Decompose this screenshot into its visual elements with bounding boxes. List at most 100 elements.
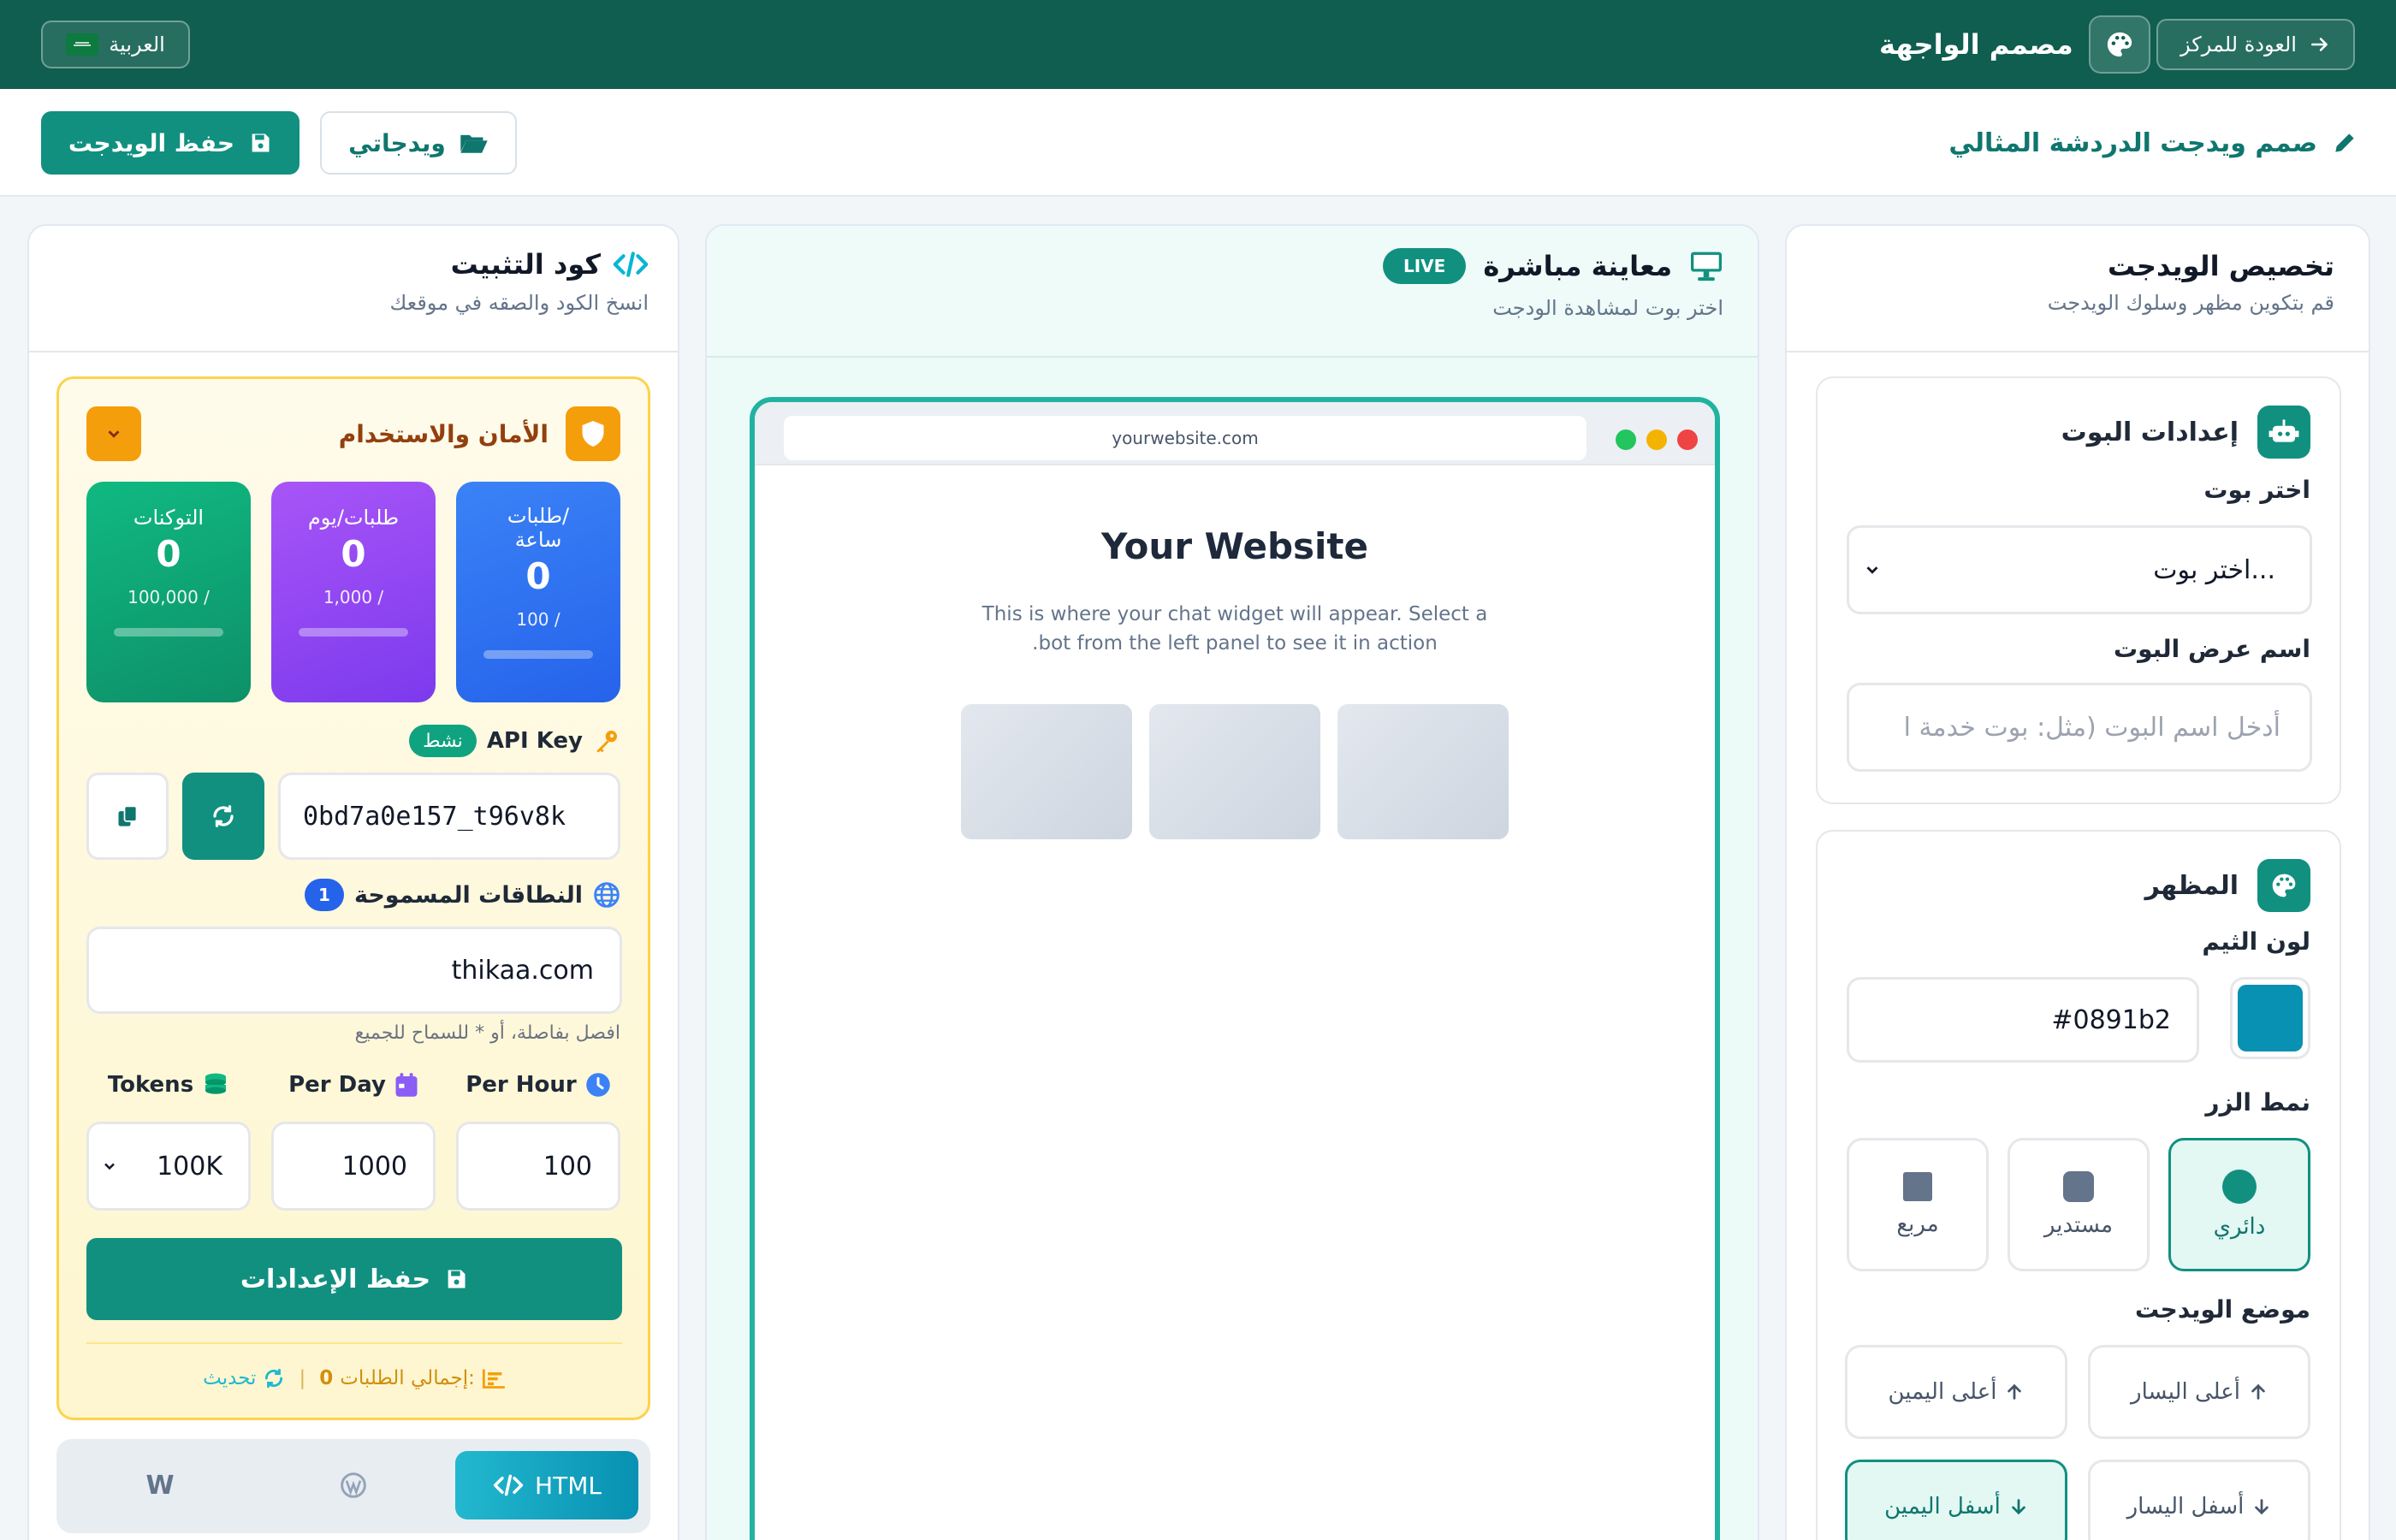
calendar-icon <box>394 1072 418 1098</box>
refresh-link[interactable]: تحديث <box>203 1367 285 1389</box>
button-style-rounded[interactable]: مستدير <box>2008 1138 2150 1271</box>
appearance-card: المظهر لون الثيم #0891b2 نمط الزر دائري … <box>1816 830 2341 1540</box>
theme-color-input[interactable]: #0891b2 <box>1847 977 2199 1063</box>
circle-icon <box>2222 1170 2257 1204</box>
tokens-stat-max: 100,000 / <box>128 587 210 607</box>
tokens-stat-title: التوكنات <box>133 506 205 530</box>
color-swatch <box>2238 985 2303 1051</box>
arrow-right-icon <box>2309 33 2331 56</box>
live-badge: LIVE <box>1383 248 1467 284</box>
tokens-stat-card: التوكنات 0 100,000 / <box>86 482 251 702</box>
bot-settings-title: إعدادات البوت <box>2061 417 2239 447</box>
tokens-progress-bar <box>114 628 223 637</box>
save-settings-button[interactable]: حفظ الإعدادات <box>86 1238 622 1320</box>
tab-w-label: W <box>145 1470 175 1501</box>
folder-open-icon <box>460 131 489 155</box>
display-name-input[interactable]: أدخل اسم البوت (مثل: بوت خدمة ا <box>1847 683 2312 772</box>
widget-position-label: موضع الويدجت <box>2135 1295 2310 1324</box>
palette-icon <box>2257 859 2310 912</box>
code-tabs: HTML W <box>56 1439 650 1533</box>
clock-icon <box>585 1072 611 1098</box>
my-widgets-button[interactable]: ويدجاتي <box>320 111 517 175</box>
site-title: Your Website <box>1101 525 1368 567</box>
tab-html[interactable]: HTML <box>455 1451 638 1519</box>
preview-subtitle: اختر بوت لمشاهدة الودجت <box>1492 296 1723 320</box>
api-key-field[interactable]: 0bd7a0e157_t96v8k <box>278 773 620 860</box>
tab-wordpress[interactable] <box>262 1451 445 1519</box>
per-hour-input[interactable]: 100 <box>456 1122 620 1211</box>
sub-header: حفظ الويدجت ويدجاتي صمم ويدجت الدردشة ال… <box>0 89 2396 197</box>
code-icon <box>492 1474 525 1496</box>
requests-day-progress-bar <box>299 628 408 637</box>
requests-hour-stat-card: طلبات/ ساعة 0 100 / <box>456 482 620 702</box>
per-hour-value: 100 <box>543 1151 592 1182</box>
minimize-dot <box>1646 429 1667 450</box>
position-top-left[interactable]: أعلى اليسار <box>2088 1345 2310 1439</box>
position-bottom-left-label: أسفل اليسار <box>2126 1494 2245 1519</box>
customize-title: تخصيص الويدجت <box>2108 250 2334 282</box>
button-style-square[interactable]: مربع <box>1847 1138 1989 1271</box>
square-icon <box>1903 1172 1932 1201</box>
tokens-stat-value: 0 <box>156 533 181 575</box>
back-to-hub-button[interactable]: العودة للمركز <box>2156 19 2355 70</box>
arrow-up-icon <box>2249 1382 2268 1402</box>
robot-icon <box>2257 406 2310 459</box>
site-text-line1: This is where your chat widget will appe… <box>982 603 1488 625</box>
domains-label: النطاقات المسموحة <box>353 881 583 909</box>
requests-hour-stat-max: 100 / <box>516 609 560 630</box>
security-card: الأمان والاستخدام التوكنات 0 100,000 / ط… <box>56 376 650 1420</box>
chart-icon <box>482 1368 506 1389</box>
button-style-circle[interactable]: دائري <box>2168 1138 2310 1271</box>
requests-day-stat-card: طلبات/يوم 0 1,000 / <box>271 482 436 702</box>
flag-icon <box>66 33 99 56</box>
placeholder-block <box>1337 704 1509 839</box>
collapse-toggle[interactable] <box>86 406 141 461</box>
globe-icon <box>593 881 620 909</box>
monitor-icon <box>1689 251 1723 281</box>
display-name-placeholder: أدخل اسم البوت (مثل: بوت خدمة ا <box>1903 712 2280 743</box>
code-icon <box>613 251 649 278</box>
button-style-label: نمط الزر <box>2205 1088 2310 1116</box>
chevron-down-icon <box>101 1158 118 1175</box>
site-text-line2: .bot from the left panel to see it in ac… <box>1032 632 1438 654</box>
customize-subtitle: قم بتكوين مظهر وسلوك الويدجت <box>2047 291 2334 315</box>
regenerate-key-button[interactable] <box>182 773 264 860</box>
bot-select[interactable]: اختر بوت... <box>1847 525 2312 614</box>
position-top-right[interactable]: أعلى اليمين <box>1845 1345 2067 1439</box>
chevron-down-icon <box>104 424 123 443</box>
theme-color-label: لون الثيم <box>2202 927 2310 956</box>
allowed-domains-input[interactable]: thikaa.com <box>86 927 622 1014</box>
pencil-icon <box>2331 129 2358 157</box>
address-bar: yourwebsite.com <box>784 416 1586 460</box>
page-heading: صمم ويدجت الدردشة المثالي <box>1948 127 2317 158</box>
per-day-input[interactable]: 1000 <box>271 1122 436 1211</box>
copy-key-button[interactable] <box>86 773 169 860</box>
per-day-label: Per Day <box>288 1072 386 1098</box>
requests-day-stat-title: طلبات/يوم <box>307 506 400 530</box>
rounded-square-icon <box>2063 1171 2094 1202</box>
position-bottom-right[interactable]: أسفل اليمين <box>1845 1460 2067 1540</box>
language-switcher[interactable]: العربية <box>41 21 190 68</box>
tab-w[interactable]: W <box>68 1451 252 1519</box>
save-widget-button[interactable]: حفظ الويدجت <box>41 111 300 175</box>
refresh-label: تحديث <box>203 1367 257 1389</box>
preview-title: معاينة مباشرة <box>1483 250 1672 282</box>
chevron-down-icon <box>1863 560 1882 579</box>
theme-color-picker[interactable] <box>2230 977 2310 1059</box>
my-widgets-label: ويدجاتي <box>348 128 446 157</box>
install-title: كود التثبيت <box>450 248 601 281</box>
domains-hint: افصل بفاصلة، أو * للسماح للجميع <box>354 1022 620 1044</box>
wordpress-icon <box>340 1472 367 1499</box>
app-title: مصمم الواجهة <box>1879 28 2073 61</box>
save-icon <box>444 1267 468 1291</box>
shield-icon <box>566 406 620 461</box>
save-icon <box>248 131 272 155</box>
requests-day-stat-max: 1,000 / <box>323 587 384 607</box>
separator: | <box>299 1367 306 1389</box>
position-bottom-left[interactable]: أسفل اليسار <box>2088 1460 2310 1540</box>
position-top-left-label: أعلى اليسار <box>2131 1379 2240 1405</box>
tokens-limit-select[interactable]: 100K <box>86 1122 251 1211</box>
refresh-icon <box>263 1367 285 1389</box>
browser-mockup: yourwebsite.com Your Website This is whe… <box>750 397 1720 1540</box>
button-style-rounded-label: مستدير <box>2043 1212 2114 1238</box>
